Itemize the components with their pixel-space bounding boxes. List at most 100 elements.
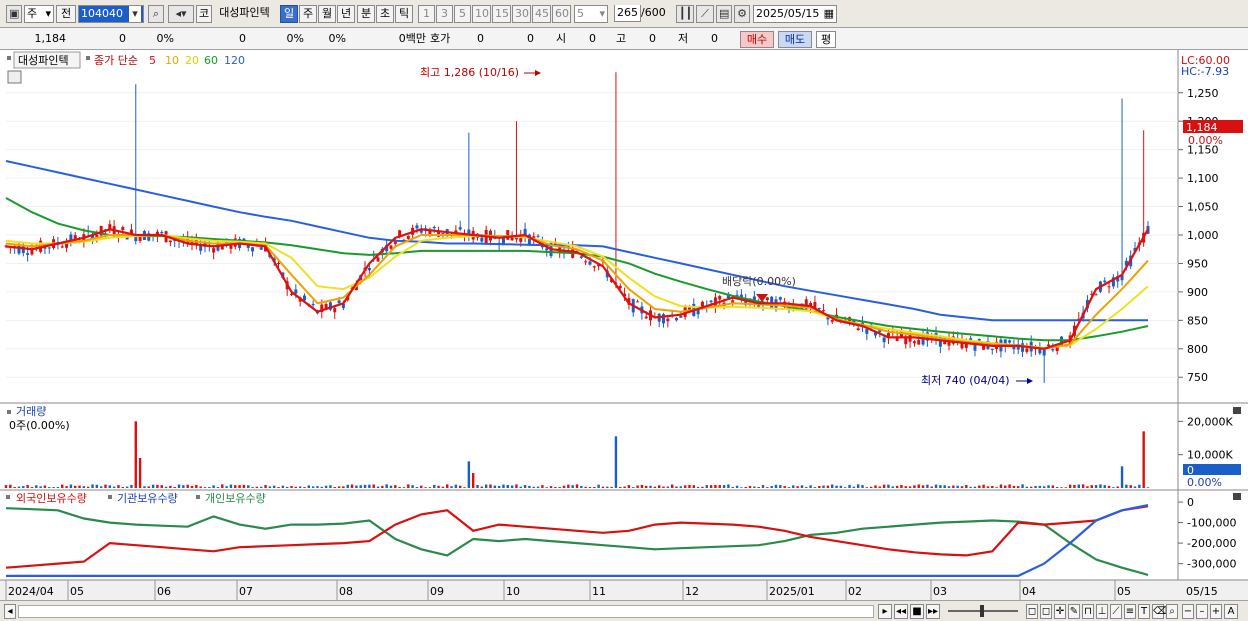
x-tick-label: 05 (1117, 585, 1131, 598)
volume-bar (536, 486, 540, 488)
volume-bar (848, 484, 851, 488)
unit-button-60[interactable]: 60 (552, 5, 571, 23)
minus-icon[interactable]: − (1182, 604, 1194, 619)
period-tab-second[interactable]: 초 (376, 5, 394, 23)
volume-bar (696, 486, 700, 488)
unit-button-5[interactable]: 5 (454, 5, 471, 23)
candle-body (432, 226, 436, 229)
unit-button-10[interactable]: 10 (472, 5, 491, 23)
fib-icon[interactable]: ≡ (1124, 604, 1136, 619)
magnet-icon[interactable]: ⊓ (1082, 604, 1094, 619)
sell-button[interactable]: 매도 (778, 31, 812, 48)
prev-button[interactable]: 전 (56, 5, 76, 23)
line-tool-icon[interactable]: ⟋ (696, 5, 714, 23)
volume-bar (1068, 484, 1072, 488)
volume-bar (1038, 485, 1042, 488)
speaker-icon[interactable]: ◂▾ (168, 5, 194, 23)
period-tab-minute[interactable]: 분 (357, 5, 375, 23)
date-input[interactable]: 2025/05/15 ▦ (753, 5, 837, 23)
play-forward-icon[interactable]: ▸ (878, 604, 892, 619)
period-tab-week[interactable]: 주 (299, 5, 317, 23)
zoom-area-icon[interactable]: ◻ (1040, 604, 1052, 619)
pane-close-icon[interactable] (1233, 407, 1241, 414)
candle-icon[interactable]: ┃┃ (676, 5, 694, 23)
volume-bar (69, 484, 73, 488)
dash-icon[interactable]: – (1196, 604, 1208, 619)
volume-bar (831, 484, 834, 488)
font-size-icon[interactable]: A (1224, 604, 1238, 619)
period-tab-tick[interactable]: 틱 (395, 5, 413, 23)
period-tab-year[interactable]: 년 (337, 5, 355, 23)
dividend-annotation-text: 배당락(0.00%) (722, 275, 796, 288)
volume-bar (108, 485, 112, 488)
candle-body (1047, 344, 1051, 347)
volume-bar (407, 484, 410, 488)
ruler-icon[interactable]: ⊥ (1096, 604, 1108, 619)
amount-value: 0백만 (398, 32, 426, 45)
text-tool-icon[interactable]: T (1138, 604, 1150, 619)
volume-bar (645, 485, 648, 488)
volume-bar (260, 486, 263, 488)
unit-button-30[interactable]: 30 (512, 5, 531, 23)
volume-bar (497, 486, 501, 488)
unit-button-15[interactable]: 15 (492, 5, 511, 23)
volume-bar (151, 484, 155, 488)
stop-icon[interactable]: ■ (910, 604, 924, 619)
draw-icon[interactable]: ✎ (1068, 604, 1080, 619)
candle-body (138, 236, 142, 241)
buy-button[interactable]: 매수 (740, 31, 774, 48)
volume-bar (355, 485, 358, 488)
volume-bar (433, 485, 436, 488)
volume-bar (969, 486, 972, 488)
custom-unit-select[interactable]: 5 ▾ (574, 5, 608, 23)
count-input[interactable]: 265 (614, 5, 641, 22)
eval-button[interactable]: 평 (816, 31, 836, 48)
search-icon[interactable]: ⌕ (1166, 604, 1178, 619)
plus-icon[interactable]: + (1210, 604, 1222, 619)
table-icon[interactable] (7, 70, 22, 84)
zoom-in-icon[interactable]: ◻ (1026, 604, 1038, 619)
fast-forward-icon[interactable]: ▸▸ (926, 604, 940, 619)
volume-bar (346, 484, 349, 488)
volume-bar (991, 485, 994, 488)
volume-bar (934, 484, 938, 488)
scroll-left-icon[interactable]: ◂ (4, 604, 16, 619)
volume-bar (571, 485, 574, 488)
volume-bar (1064, 487, 1068, 488)
volume-bar (740, 487, 743, 488)
crosshair-icon[interactable]: ✛ (1054, 604, 1066, 619)
horizontal-scrollbar[interactable] (18, 605, 874, 618)
candle-body (636, 301, 640, 303)
rewind-icon[interactable]: ◂◂ (894, 604, 908, 619)
hoga-2: 0 (527, 32, 534, 45)
candle-body (199, 245, 203, 251)
gear-icon[interactable]: ⚙ (734, 5, 750, 23)
period-tab-day[interactable]: 일 (280, 5, 298, 23)
erase-icon[interactable]: ⌫ (1152, 604, 1167, 619)
trend-icon[interactable]: ⟋ (1110, 604, 1122, 619)
period-tab-month[interactable]: 월 (318, 5, 336, 23)
unit-button-3[interactable]: 3 (436, 5, 453, 23)
zoom-slider-handle[interactable] (980, 605, 984, 617)
stock-code-input[interactable]: 104040 ▾ (78, 5, 144, 23)
volume-bar (779, 485, 782, 488)
type-select[interactable]: 주 ▾ (24, 5, 54, 23)
window-icon[interactable]: ▣ (6, 5, 22, 23)
volume-title: 거래량 (16, 405, 46, 418)
legend-individual: 개인보유수량 (205, 492, 266, 505)
search-icon[interactable]: ⌕ (148, 5, 164, 23)
volume-bar (506, 484, 509, 488)
volume-bar (632, 487, 635, 488)
unit-button-1[interactable]: 1 (418, 5, 435, 23)
candle-body (674, 317, 678, 321)
volume-bar (9, 484, 12, 488)
high-label: 고 (616, 32, 627, 45)
volume-bar (74, 485, 77, 488)
volume-bar (558, 487, 561, 488)
volume-bar (930, 486, 933, 488)
candle-body (917, 340, 921, 345)
unit-button-45[interactable]: 45 (532, 5, 551, 23)
volume-bar (39, 486, 42, 488)
pane-close-icon[interactable] (1233, 493, 1241, 500)
save-icon[interactable]: ▤ (716, 5, 732, 23)
